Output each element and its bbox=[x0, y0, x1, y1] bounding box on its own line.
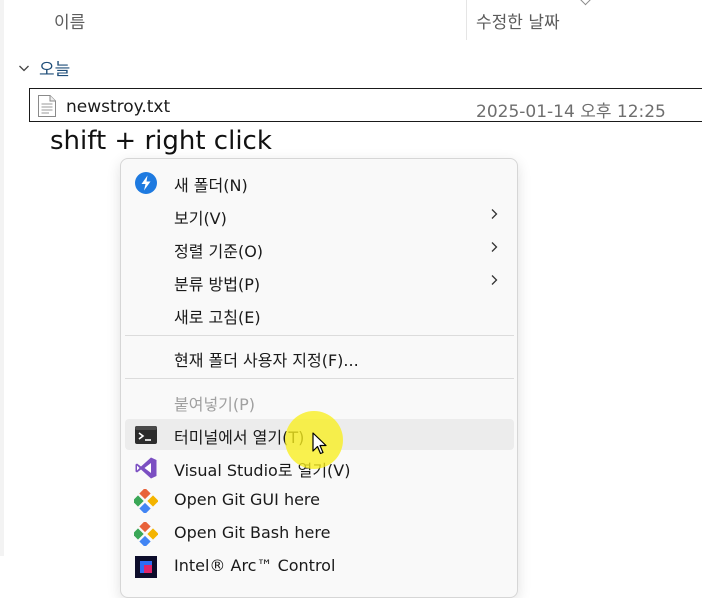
chevron-right-icon bbox=[491, 209, 498, 219]
menu-item-label: 정렬 기준(O) bbox=[174, 242, 264, 261]
menu-item-label: Open Git GUI here bbox=[174, 490, 320, 509]
file-row[interactable]: newstroy.txt 2025-01-14 오후 12:25 bbox=[29, 88, 702, 122]
chevron-right-icon bbox=[491, 275, 498, 285]
menu-item-group-by[interactable]: 분류 방법(P) bbox=[125, 266, 514, 297]
menu-item-sort-by[interactable]: 정렬 기준(O) bbox=[125, 233, 514, 264]
menu-item-label: 붙여넣기(P) bbox=[174, 395, 256, 414]
menu-item-label: 현재 폴더 사용자 지정(F)... bbox=[174, 351, 359, 370]
new-folder-bolt-icon bbox=[135, 172, 157, 194]
menu-item-label: Intel® Arc™ Control bbox=[174, 556, 336, 575]
menu-item-label: 분류 방법(P) bbox=[174, 275, 261, 294]
menu-item-label: 새 폴더(N) bbox=[174, 176, 248, 195]
column-header-modified[interactable]: 수정한 날짜 bbox=[476, 8, 560, 48]
menu-item-git-bash[interactable]: Open Git Bash here bbox=[125, 518, 514, 549]
left-pane-edge bbox=[0, 0, 4, 556]
menu-item-label: Open Git Bash here bbox=[174, 523, 331, 542]
group-label: 오늘 bbox=[39, 60, 71, 80]
chevron-right-icon bbox=[491, 242, 498, 252]
menu-item-customize-folder[interactable]: 현재 폴더 사용자 지정(F)... bbox=[125, 342, 514, 373]
menu-item-intel-arc-control[interactable]: Intel® Arc™ Control bbox=[125, 551, 514, 582]
visual-studio-icon bbox=[135, 457, 157, 479]
column-header-name[interactable]: 이름 bbox=[54, 8, 85, 48]
menu-separator bbox=[125, 378, 514, 379]
column-separator[interactable] bbox=[466, 0, 467, 40]
menu-item-label: 새로 고침(E) bbox=[174, 308, 261, 327]
group-header-today[interactable]: 오늘 bbox=[18, 55, 70, 80]
git-bash-icon bbox=[134, 522, 158, 546]
terminal-icon bbox=[135, 426, 157, 444]
git-gui-icon bbox=[134, 489, 158, 513]
menu-item-view[interactable]: 보기(V) bbox=[125, 200, 514, 231]
intel-arc-icon bbox=[135, 556, 157, 578]
chevron-down-icon bbox=[19, 65, 29, 71]
context-menu: 새 폴더(N) 보기(V) 정렬 기준(O) 분류 방법(P) 새로 고침(E)… bbox=[120, 158, 518, 598]
file-name: newstroy.txt bbox=[66, 97, 171, 117]
menu-item-refresh[interactable]: 새로 고침(E) bbox=[125, 299, 514, 330]
mouse-cursor-icon bbox=[312, 432, 327, 455]
menu-item-git-gui[interactable]: Open Git GUI here bbox=[125, 485, 514, 516]
menu-separator bbox=[125, 335, 514, 336]
menu-item-label: 보기(V) bbox=[174, 209, 227, 228]
menu-item-new-folder[interactable]: 새 폴더(N) bbox=[125, 167, 514, 198]
text-file-icon bbox=[38, 95, 56, 117]
sort-chevron-icon bbox=[577, 0, 594, 6]
file-modified-date: 2025-01-14 오후 12:25 bbox=[476, 102, 666, 122]
instruction-annotation: shift + right click bbox=[50, 126, 272, 156]
